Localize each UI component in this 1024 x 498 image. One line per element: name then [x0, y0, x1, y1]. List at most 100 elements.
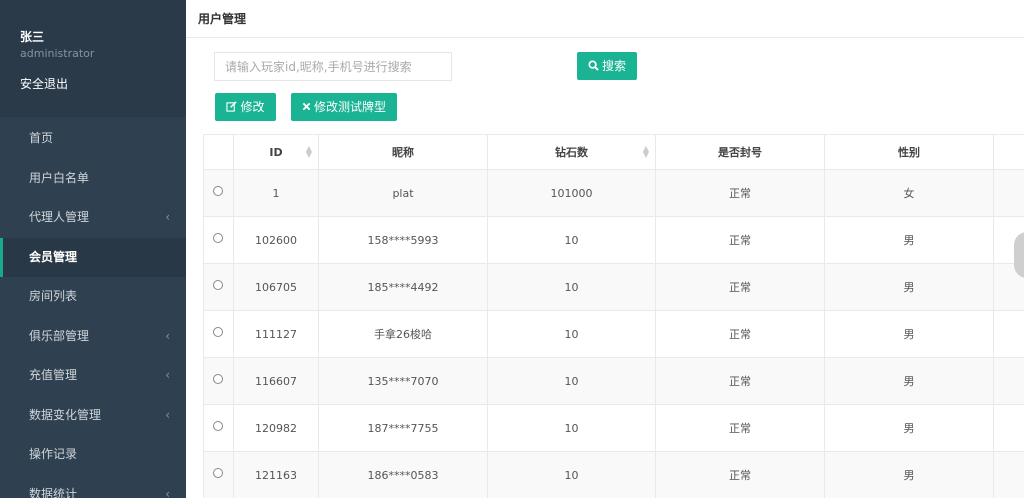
table-row[interactable]: 1 plat 101000 正常女	[203, 169, 1024, 217]
cell-diamonds: 10	[487, 404, 656, 452]
cell-nickname: 135****7070	[318, 357, 488, 405]
user-profile: 张三 administrator 安全退出	[0, 0, 186, 117]
row-radio[interactable]	[213, 186, 223, 196]
logout-link[interactable]: 安全退出	[20, 75, 186, 92]
sidebar-item-label: 数据变化管理	[29, 407, 102, 422]
edit-test-hand-button-label: 修改测试牌型	[313, 100, 386, 114]
edit-button[interactable]: 修改	[215, 93, 276, 121]
user-table: ID ▲ ▼ 昵称 钻石数 ▲ ▼ 是否封号 性别 1 plat 101000 正常女 1026…	[203, 134, 1024, 498]
header-extra	[993, 134, 1024, 170]
cell-nickname: 187****7755	[318, 404, 488, 452]
search-button-label: 搜索	[601, 59, 626, 73]
cell-diamonds: 10	[487, 451, 656, 498]
table-row[interactable]: 121163 186****0583 10 正常男	[203, 451, 1024, 498]
chevron-left-icon: ‹	[165, 407, 170, 422]
sidebar-item[interactable]: 房间列表	[0, 277, 186, 317]
user-table-container: ID ▲ ▼ 昵称 钻石数 ▲ ▼ 是否封号 性别 1 plat 101000 正常女 1026…	[203, 134, 1024, 498]
main-content: 用户管理 搜索 修改 修改测试牌型	[186, 0, 1024, 498]
cell-gender: 男	[824, 310, 994, 358]
sidebar-item[interactable]: 会员管理	[0, 237, 186, 277]
cell-banned: 正常	[655, 451, 825, 498]
header-diamonds[interactable]: 钻石数 ▲ ▼	[487, 134, 656, 170]
sidebar-item[interactable]: 数据统计 ‹	[0, 475, 186, 498]
sort-icon: ▲ ▼	[642, 144, 649, 159]
header-diamonds-label: 钻石数	[555, 146, 588, 159]
cell-gender: 男	[824, 404, 994, 452]
chevron-left-icon: ‹	[165, 368, 170, 382]
cell-id: 120982	[233, 404, 319, 452]
cell-id: 1	[233, 169, 319, 217]
sidebar-item-label: 代理人管理	[29, 210, 90, 224]
row-radio[interactable]	[213, 327, 223, 337]
row-select-cell	[203, 310, 234, 358]
cell-gender: 男	[824, 451, 994, 498]
table-row[interactable]: 111127 手拿26梭哈 10 正常男	[203, 310, 1024, 358]
sidebar-item[interactable]: 代理人管理 ‹	[0, 198, 186, 238]
cell-diamonds: 101000	[487, 169, 656, 217]
row-radio[interactable]	[213, 421, 223, 431]
cell-gender: 男	[824, 357, 994, 405]
header-gender: 性别	[824, 134, 994, 170]
cell-nickname: 手拿26梭哈	[318, 310, 488, 358]
cell-nickname: plat	[318, 169, 488, 217]
cell-id: 111127	[233, 310, 319, 358]
search-input[interactable]	[214, 52, 452, 81]
cell-id: 116607	[233, 357, 319, 405]
cell-id: 121163	[233, 451, 319, 498]
cell-nickname: 185****4492	[318, 263, 488, 311]
cell-banned: 正常	[655, 357, 825, 405]
cell-extra	[993, 451, 1024, 498]
cell-diamonds: 10	[487, 263, 656, 311]
header-id[interactable]: ID ▲ ▼	[233, 134, 319, 170]
cell-banned: 正常	[655, 169, 825, 217]
row-select-cell	[203, 216, 234, 264]
chevron-left-icon: ‹	[165, 486, 170, 498]
sidebar: 张三 administrator 安全退出 首页 用户白名单代理人管理 ‹ 会员管理房…	[0, 0, 186, 498]
cell-banned: 正常	[655, 216, 825, 264]
row-radio[interactable]	[213, 468, 223, 478]
table-row[interactable]: 116607 135****7070 10 正常男	[203, 357, 1024, 405]
table-header-row: ID ▲ ▼ 昵称 钻石数 ▲ ▼ 是否封号 性别	[203, 134, 1024, 170]
sidebar-item-label: 充值管理	[29, 368, 78, 382]
sidebar-item-label: 俱乐部管理	[29, 328, 90, 343]
row-radio[interactable]	[213, 280, 223, 290]
user-name: 张三	[20, 30, 45, 44]
search-icon	[588, 53, 599, 81]
row-select-cell	[203, 404, 234, 452]
row-radio[interactable]	[213, 374, 223, 384]
row-radio[interactable]	[213, 233, 223, 243]
header-id-label: ID	[269, 145, 283, 159]
header-banned: 是否封号	[655, 134, 825, 170]
cell-banned: 正常	[655, 263, 825, 311]
cell-nickname: 186****0583	[318, 451, 488, 498]
sidebar-item[interactable]: 首页	[0, 119, 186, 159]
chevron-left-icon: ‹	[165, 210, 170, 224]
cell-extra	[993, 310, 1024, 358]
table-row[interactable]: 120982 187****7755 10 正常男	[203, 404, 1024, 452]
sidebar-nav: 首页 用户白名单 代理人管理 ‹ 会员管理 房间列表 俱乐部管理 ‹ 充值管理 ‹ 数据变化管理 ‹ 操…	[0, 119, 186, 498]
sidebar-item[interactable]: 操作记录	[0, 435, 186, 475]
cell-diamonds: 10	[487, 310, 656, 358]
cell-nickname: 158****5993	[318, 216, 488, 264]
table-body: 1 plat 101000 正常女 102600 158****5993 10 正常男 1067…	[203, 169, 1024, 498]
edit-button-label: 修改	[240, 100, 265, 114]
sidebar-item[interactable]: 俱乐部管理 ‹	[0, 317, 186, 357]
edit-test-hand-button[interactable]: 修改测试牌型	[291, 93, 397, 121]
sidebar-item-label: 房间列表	[29, 289, 78, 303]
scrollbar-thumb[interactable]	[1014, 232, 1024, 278]
sidebar-item-label: 会员管理	[29, 249, 78, 264]
cell-id: 106705	[233, 263, 319, 311]
sidebar-item-label: 数据统计	[29, 486, 78, 498]
row-select-cell	[203, 263, 234, 311]
sidebar-item[interactable]: 充值管理 ‹	[0, 356, 186, 396]
search-button[interactable]: 搜索	[577, 52, 637, 80]
sort-icon: ▲ ▼	[305, 144, 312, 159]
close-icon	[302, 94, 311, 122]
row-select-cell	[203, 169, 234, 217]
table-row[interactable]: 102600 158****5993 10 正常男	[203, 216, 1024, 264]
cell-extra	[993, 357, 1024, 405]
table-row[interactable]: 106705 185****4492 10 正常男	[203, 263, 1024, 311]
sidebar-item[interactable]: 用户白名单	[0, 159, 186, 199]
sidebar-item[interactable]: 数据变化管理 ‹	[0, 396, 186, 436]
row-select-cell	[203, 357, 234, 405]
